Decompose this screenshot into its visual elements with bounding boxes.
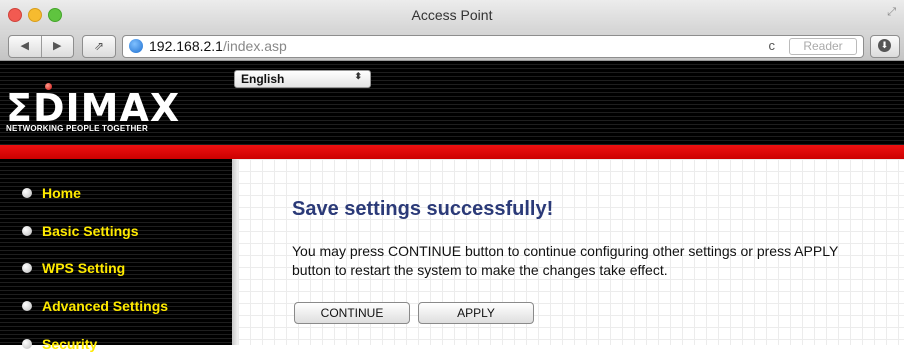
select-arrows-icon: ⬍ [354, 71, 362, 81]
fullscreen-icon[interactable]: ⤢ [887, 6, 896, 19]
sidebar-item-home[interactable]: Home [22, 183, 81, 203]
sidebar-item-label: Basic Settings [42, 223, 139, 239]
sidebar-item-label: Advanced Settings [42, 298, 169, 314]
bullet-icon [22, 226, 32, 236]
reload-icon[interactable]: c [769, 38, 776, 53]
main-content: Save settings successfully! You may pres… [238, 159, 904, 345]
back-button[interactable]: ◀ [9, 36, 42, 57]
back-arrow-icon: ◀ [20, 40, 29, 52]
reader-button[interactable]: Reader [789, 38, 857, 55]
share-icon: ⇗ [93, 39, 105, 53]
forward-arrow-icon: ▶ [53, 40, 62, 52]
web-page: ΣDIMAX NETWORKING PEOPLE TOGETHER Englis… [0, 61, 904, 352]
forward-button[interactable]: ▶ [42, 36, 74, 57]
continue-button[interactable]: CONTINUE [294, 302, 410, 324]
sidebar-nav: Home Basic Settings WPS Setting Advanced… [0, 159, 232, 352]
sidebar-item-security[interactable]: Security [22, 334, 97, 354]
url-text: 192.168.2.1/index.asp [149, 38, 287, 54]
language-selected-value: English [241, 72, 285, 86]
bullet-icon [22, 301, 32, 311]
browser-toolbar: ◀ ▶ ⇗ 192.168.2.1/index.asp c Reader ⬇ [0, 30, 904, 61]
bullet-icon [22, 339, 32, 349]
url-host: 192.168.2.1 [149, 38, 223, 54]
logo-tagline: NETWORKING PEOPLE TOGETHER [6, 124, 148, 133]
sidebar-item-label: Home [42, 185, 81, 201]
page-title: Save settings successfully! [292, 198, 554, 220]
sidebar-item-advanced-settings[interactable]: Advanced Settings [22, 296, 168, 316]
message-text: You may press CONTINUE button to continu… [292, 243, 839, 278]
window-titlebar: Access Point ⤢ [0, 0, 904, 31]
downloads-button[interactable]: ⬇ [870, 35, 900, 58]
sidebar-item-label: WPS Setting [42, 260, 126, 276]
red-divider-bar [0, 145, 904, 159]
bullet-icon [22, 188, 32, 198]
url-path: /index.asp [222, 38, 287, 54]
apply-button[interactable]: APPLY [418, 302, 534, 324]
globe-icon [129, 39, 143, 53]
share-button[interactable]: ⇗ [82, 35, 116, 58]
back-forward-group: ◀ ▶ [8, 35, 74, 58]
bullet-icon [22, 263, 32, 273]
page-header: ΣDIMAX NETWORKING PEOPLE TOGETHER Englis… [0, 61, 904, 145]
sidebar-item-wps-setting[interactable]: WPS Setting [22, 258, 125, 278]
sidebar-item-basic-settings[interactable]: Basic Settings [22, 221, 138, 241]
sidebar-item-label: Security [42, 336, 98, 352]
download-icon: ⬇ [878, 39, 891, 52]
address-bar[interactable]: 192.168.2.1/index.asp c Reader [122, 35, 864, 58]
window-title: Access Point [411, 7, 493, 23]
edimax-logo: ΣDIMAX [6, 86, 181, 130]
language-select[interactable]: English ⬍ [234, 70, 371, 88]
